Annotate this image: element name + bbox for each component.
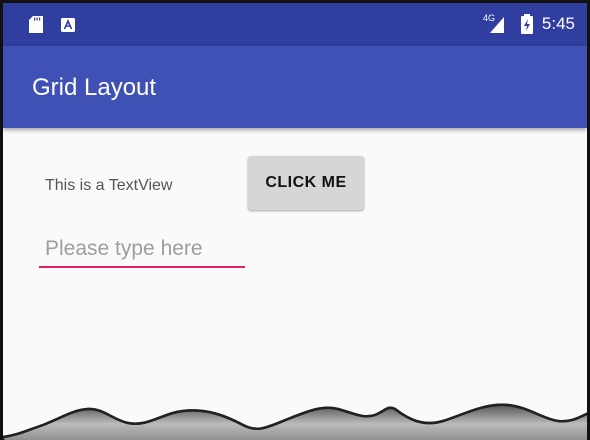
app-title: Grid Layout: [32, 74, 157, 101]
textview-label: This is a TextView: [45, 177, 173, 194]
status-bar: 4G 5:45: [3, 3, 587, 46]
clock: 5:45: [541, 14, 575, 33]
phone-screen: 4G 5:45 Grid Layout This is a TextView C…: [0, 0, 590, 440]
status-bar-system: 4G 5:45: [482, 13, 575, 35]
network-type-label: 4G: [483, 13, 495, 23]
status-bar-notifications: [29, 16, 75, 33]
text-input-field[interactable]: [39, 232, 245, 268]
torn-edge-decoration: [3, 403, 587, 440]
signal-icon: 4G: [483, 13, 504, 33]
sd-card-icon: [29, 16, 43, 33]
app-bar: Grid Layout: [3, 46, 587, 128]
a-notification-icon: [61, 17, 75, 32]
click-me-button[interactable]: CLICK ME: [248, 156, 364, 210]
battery-charging-icon: [520, 14, 533, 34]
